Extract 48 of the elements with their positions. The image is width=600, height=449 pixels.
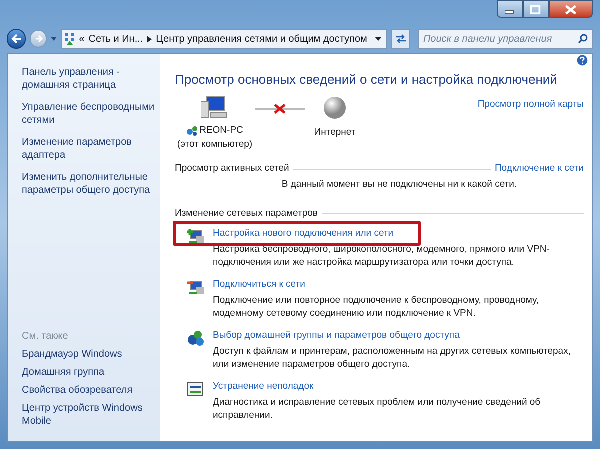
sidebar-link[interactable]: Панель управления - домашняя страница — [22, 66, 156, 92]
task-link[interactable]: Выбор домашней группы и параметров общего доступа — [213, 328, 584, 342]
help-icon[interactable] — [577, 55, 588, 66]
computer-name: REON-PC — [200, 124, 244, 138]
sidebar-link[interactable]: Изменение параметров адаптера — [22, 136, 156, 162]
history-dropdown-icon[interactable] — [51, 37, 58, 41]
computer-icon — [201, 96, 229, 120]
page-title: Просмотр основных сведений о сети и настройка подключений — [175, 71, 558, 89]
section-heading: Просмотр активных сетей — [175, 162, 290, 176]
breadcrumb[interactable]: Центр управления сетями и общим доступом — [156, 32, 368, 46]
full-map-link[interactable]: Просмотр полной карты — [478, 98, 584, 112]
see-also-heading: См. также — [22, 330, 70, 343]
chevron-icon[interactable] — [147, 36, 152, 42]
sidebar-link[interactable]: Управление беспроводными сетями — [22, 101, 156, 127]
task-link[interactable]: Устранение неполадок — [213, 380, 584, 393]
task-description: Настройка беспроводного, широкополосного, модемного, прямого или VPN-подключения или же настройка маршрутизатора или точки доступа. — [213, 242, 551, 269]
network-icon — [186, 126, 198, 136]
internet-label: Интернет — [314, 126, 356, 140]
network-add-icon — [187, 228, 205, 245]
network-icon — [65, 33, 76, 45]
sidebar-link[interactable]: Изменить дополнительные параметры общего доступа — [22, 171, 156, 197]
homegroup-icon — [187, 330, 205, 347]
search-field[interactable]: Поиск в панели управления — [418, 29, 593, 49]
breadcrumb[interactable]: « — [79, 32, 85, 46]
troubleshoot-icon — [187, 380, 205, 398]
address-bar[interactable]: « Сеть и Ин... Центр управления сетями и общим доступом — [61, 29, 388, 49]
refresh-icon[interactable] — [394, 33, 407, 45]
breadcrumb[interactable]: Сеть и Ин... — [88, 32, 144, 46]
task-link[interactable]: Подключиться к сети — [213, 278, 584, 291]
task-description: Подключение или повторное подключение к беспроводному, проводному, модемному сетевому соединению или подключение к VPN. — [213, 294, 540, 320]
see-also-link[interactable]: Центр устройств Windows Mobile — [22, 402, 156, 428]
globe-icon — [323, 96, 347, 120]
see-also-link[interactable]: Домашняя группа — [22, 366, 156, 379]
task-description: Доступ к файлам и принтерам, расположенным на других сетевых компьютерах, или изменение параметров общего доступа. — [213, 344, 572, 371]
computer-note: (этот компьютер) — [177, 138, 253, 152]
network-connect-icon — [187, 278, 205, 296]
see-also-link[interactable]: Свойства обозревателя — [22, 384, 156, 397]
back-button[interactable] — [7, 29, 26, 49]
connect-link[interactable]: Подключение к сети — [494, 162, 584, 176]
task-description: Диагностика и исправление сетевых проблем или получение сведений об исправлении. — [213, 396, 542, 422]
back-arrow-icon[interactable] — [10, 33, 23, 45]
section-heading: Изменение сетевых параметров — [175, 206, 318, 220]
dropdown-icon[interactable] — [375, 37, 382, 41]
status-message: В данный момент вы не подключены ни к какой сети. — [280, 178, 518, 192]
search-icon — [578, 34, 588, 44]
see-also-link[interactable]: Брандмауэр Windows — [22, 348, 156, 361]
refresh-button[interactable] — [391, 29, 410, 49]
task-link[interactable]: Настройка нового подключения или сети — [213, 226, 584, 240]
